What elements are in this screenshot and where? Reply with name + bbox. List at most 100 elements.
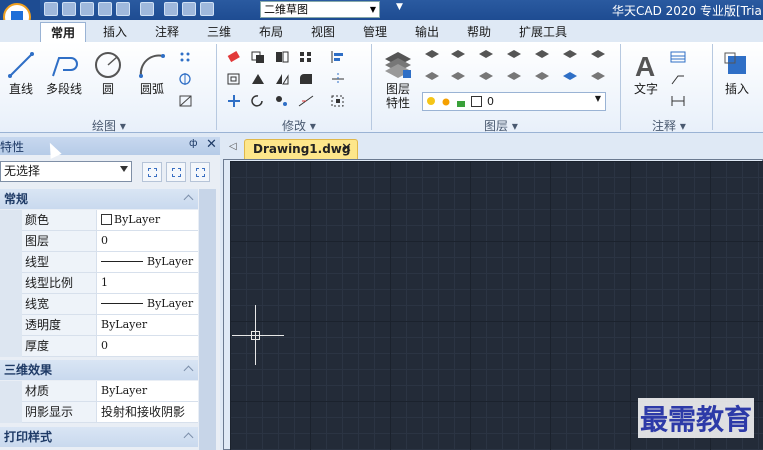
line-button[interactable]: 直线 (4, 48, 38, 96)
tab-annotate[interactable]: 注释 (146, 22, 188, 42)
stretch-icon[interactable] (250, 72, 266, 86)
layer-tool-9-icon[interactable] (450, 70, 466, 84)
refresh-icon[interactable] (200, 2, 214, 16)
property-row-shadow-display[interactable]: 阴影显示 投射和接收阴影 (0, 402, 198, 423)
layer-tool-8-icon[interactable] (424, 70, 440, 84)
layer-tool-12-icon[interactable] (534, 70, 550, 84)
property-row-layer[interactable]: 图层 0 (0, 231, 198, 252)
tab-extensions[interactable]: 扩展工具 (510, 22, 576, 42)
polyline-button[interactable]: 多段线 (44, 48, 84, 96)
modify-panel-label[interactable]: 修改 ▾ (282, 117, 316, 134)
point-icon[interactable] (178, 50, 194, 64)
property-value[interactable]: 投射和接收阴影 (96, 402, 198, 423)
move-icon[interactable] (226, 94, 242, 108)
tab-output[interactable]: 输出 (406, 22, 448, 42)
close-icon[interactable]: ✕ (206, 137, 217, 152)
property-value[interactable]: ByLayer (96, 252, 198, 273)
chamfer-icon[interactable] (274, 94, 290, 108)
property-row-transparency[interactable]: 透明度 ByLayer (0, 315, 198, 336)
properties-header[interactable]: 特性 ф ✕ (0, 137, 220, 155)
match-properties-icon[interactable] (182, 2, 196, 16)
layer-tool-1-icon[interactable] (424, 48, 440, 62)
close-icon[interactable]: ✕ (341, 140, 352, 158)
trim-icon[interactable] (330, 72, 346, 86)
offset-icon[interactable] (226, 72, 242, 86)
customize-qat-icon[interactable]: ▼ (396, 2, 403, 12)
redo-icon[interactable] (164, 2, 178, 16)
workspace-select[interactable]: 二维草图 ▼ (260, 1, 380, 18)
tab-help[interactable]: 帮助 (458, 22, 500, 42)
tab-view[interactable]: 视图 (302, 22, 344, 42)
property-value[interactable]: ByLayer (96, 315, 198, 336)
layer-tool-11-icon[interactable] (506, 70, 522, 84)
tab-home[interactable]: 常用 (40, 22, 86, 42)
properties-scrollbar[interactable] (199, 189, 216, 450)
circle-button[interactable]: 圆 (92, 48, 124, 96)
layers-panel-label[interactable]: 图层 ▾ (484, 117, 518, 134)
property-row-linetype[interactable]: 线型 ByLayer (0, 252, 198, 273)
arc-button[interactable]: 圆弧 (134, 48, 170, 96)
dimension-icon[interactable] (670, 94, 686, 108)
tab-layout[interactable]: 布局 (250, 22, 292, 42)
tab-insert[interactable]: 插入 (94, 22, 136, 42)
draw-panel-label[interactable]: 绘图 ▾ (92, 117, 126, 134)
category-3d-effects[interactable]: 三维效果 (0, 360, 198, 380)
hatch-icon[interactable] (178, 94, 194, 108)
layer-tool-6-icon[interactable] (562, 48, 578, 62)
property-value[interactable]: ByLayer (96, 294, 198, 315)
rotate-icon[interactable] (250, 94, 266, 108)
property-row-material[interactable]: 材质 ByLayer (0, 381, 198, 402)
table-icon[interactable] (670, 50, 686, 64)
layer-tool-3-icon[interactable] (478, 48, 494, 62)
array-icon[interactable] (298, 50, 314, 64)
save-icon[interactable] (80, 2, 94, 16)
layer-tool-5-icon[interactable] (534, 48, 550, 62)
layer-tool-10-icon[interactable] (478, 70, 494, 84)
property-value[interactable]: 0 (96, 336, 198, 357)
toggle-pickadd-button[interactable] (190, 162, 210, 182)
property-value[interactable]: 0 (96, 231, 198, 252)
property-row-color[interactable]: 颜色 ByLayer (0, 210, 198, 231)
text-button[interactable]: A 文字 (628, 48, 664, 96)
property-row-linetype-scale[interactable]: 线型比例 1 (0, 273, 198, 294)
tab-3d[interactable]: 三维 (198, 22, 240, 42)
property-value[interactable]: 1 (96, 273, 198, 294)
layer-tool-13-icon[interactable] (562, 70, 578, 84)
property-value[interactable]: ByLayer (96, 381, 198, 402)
annotation-panel-label[interactable]: 注释 ▾ (652, 117, 686, 134)
property-row-lineweight[interactable]: 线宽 ByLayer (0, 294, 198, 315)
new-file-icon[interactable] (44, 2, 58, 16)
layer-tool-7-icon[interactable] (590, 48, 606, 62)
selection-dropdown[interactable]: 无选择 (0, 161, 132, 182)
pin-icon[interactable]: ф (189, 138, 198, 149)
undo-icon[interactable] (140, 2, 154, 16)
tab-manage[interactable]: 管理 (354, 22, 396, 42)
layer-properties-button[interactable]: 图层 特性 (378, 48, 418, 110)
document-tab[interactable]: Drawing1.dwg ✕ (244, 139, 358, 159)
tab-scroll-left-icon[interactable]: ◁ (229, 141, 237, 152)
break-icon[interactable] (298, 94, 314, 108)
category-general[interactable]: 常规 (0, 189, 198, 209)
leader-icon[interactable] (670, 72, 686, 86)
save-as-icon[interactable] (98, 2, 112, 16)
print-icon[interactable] (116, 2, 130, 16)
fillet-icon[interactable] (298, 72, 314, 86)
insert-block-button[interactable]: 插入 (718, 48, 756, 96)
property-row-thickness[interactable]: 厚度 0 (0, 336, 198, 357)
layer-tool-4-icon[interactable] (506, 48, 522, 62)
mirror-icon[interactable] (274, 50, 290, 64)
erase-icon[interactable] (226, 50, 242, 64)
category-plot-style[interactable]: 打印样式 (0, 427, 198, 447)
layer-tool-14-icon[interactable] (590, 70, 606, 84)
explode-icon[interactable] (330, 94, 346, 108)
align-icon[interactable] (330, 50, 346, 64)
select-objects-button[interactable] (166, 162, 186, 182)
layer-tool-2-icon[interactable] (450, 48, 466, 62)
open-file-icon[interactable] (62, 2, 76, 16)
copy-icon[interactable] (250, 50, 266, 64)
layer-dropdown[interactable]: 0 ▼ (422, 92, 606, 111)
scale-icon[interactable] (274, 72, 290, 86)
ellipse-icon[interactable] (178, 72, 194, 86)
quick-select-button[interactable] (142, 162, 162, 182)
property-value[interactable]: ByLayer (96, 210, 198, 231)
